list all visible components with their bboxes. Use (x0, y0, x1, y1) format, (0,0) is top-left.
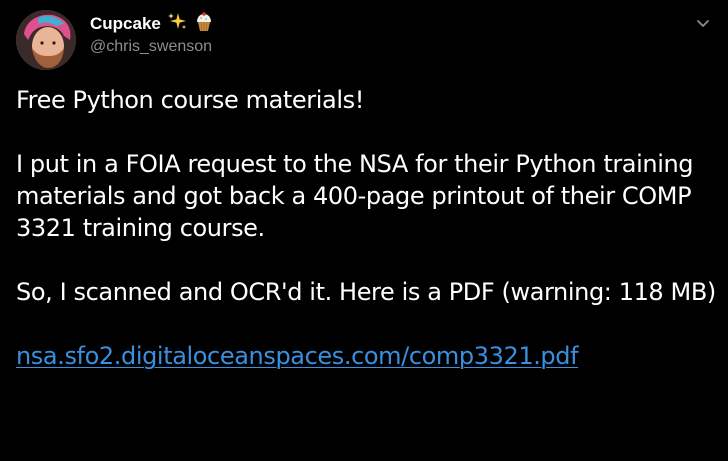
avatar[interactable] (16, 10, 76, 70)
tweet-text: Free Python course materials! I put in a… (16, 84, 720, 372)
display-name[interactable]: Cupcake (90, 14, 161, 34)
author-handle[interactable]: @chris_swenson (90, 38, 215, 56)
chevron-down-icon[interactable] (694, 14, 712, 32)
avatar-image (16, 10, 76, 70)
display-name-row: Cupcake (90, 12, 215, 36)
tweet-header: Cupcake @chris_swenson (16, 10, 712, 72)
tweet-paragraph: So, I scanned and OCR'd it. Here is a PD… (16, 278, 716, 306)
pdf-link[interactable]: nsa.sfo2.digitaloceanspaces.com/comp3321… (16, 342, 579, 370)
cupcake-icon (193, 11, 215, 37)
sparkles-icon (166, 11, 188, 37)
author-names: Cupcake @chris_swenson (90, 12, 215, 56)
tweet-paragraph: Free Python course materials! (16, 86, 364, 114)
tweet-paragraph: I put in a FOIA request to the NSA for t… (16, 150, 694, 242)
